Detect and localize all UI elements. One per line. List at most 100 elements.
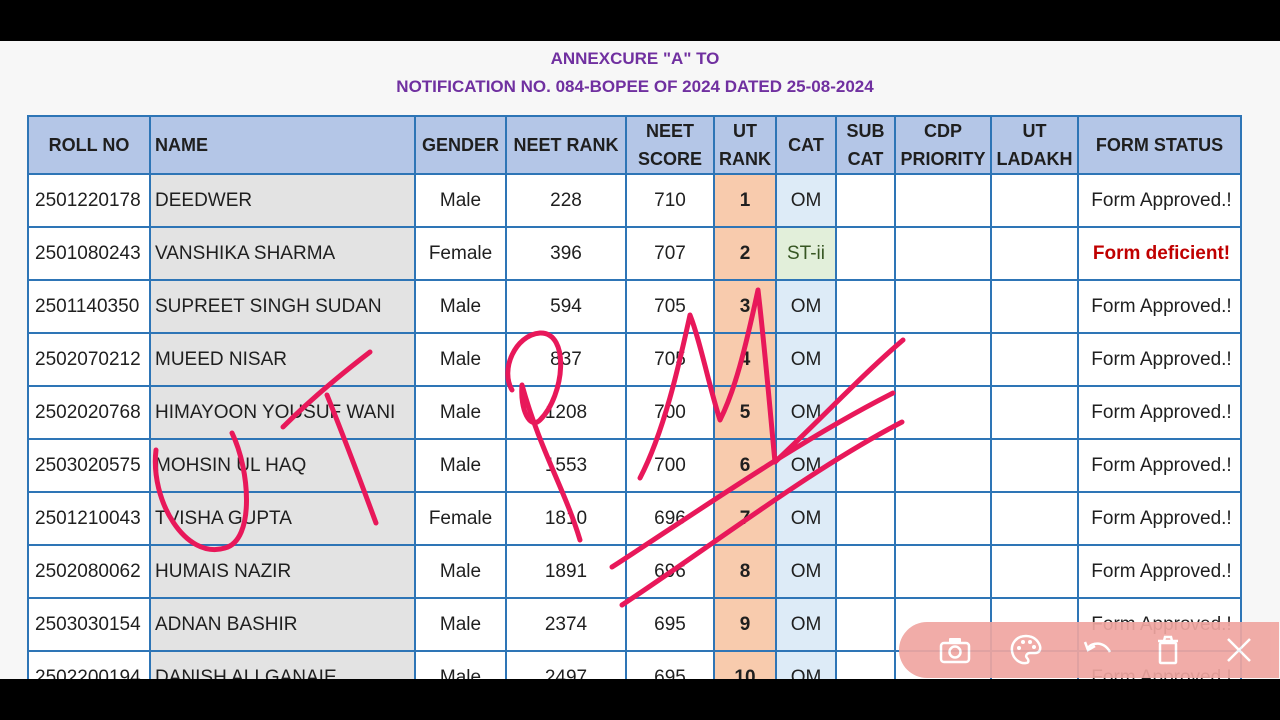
- form-status-cell: Form Approved.!: [1077, 491, 1242, 546]
- undo-icon[interactable]: [1080, 632, 1116, 668]
- gender-cell: Male: [414, 173, 507, 228]
- neet-rank-cell: 228: [505, 173, 627, 228]
- ut-rank-cell: 3: [713, 279, 777, 334]
- table-body: 2501220178 DEEDWER Male 228 710 1 OM Form Appro…: [27, 173, 1242, 679]
- neet-score-cell: 700: [625, 438, 715, 493]
- category-cell: OM: [775, 491, 837, 546]
- ut-rank-cell: 8: [713, 544, 777, 599]
- neet-rank-cell: 2374: [505, 597, 627, 652]
- gender-cell: Male: [414, 332, 507, 387]
- ut-rank-cell: 10: [713, 650, 777, 679]
- gender-cell: Male: [414, 385, 507, 440]
- neet-score-cell: 696: [625, 491, 715, 546]
- ut-rank-cell: 7: [713, 491, 777, 546]
- category-cell: OM: [775, 544, 837, 599]
- column-header: NAME: [149, 115, 416, 175]
- table-row: 2502020768 HIMAYOON YOUSUF WANI Male 1208 70…: [27, 385, 1242, 440]
- ut-ladakh-cell: [990, 544, 1079, 599]
- name-cell: SUPREET SINGH SUDAN: [149, 279, 416, 334]
- cdp-priority-cell: [894, 332, 992, 387]
- gender-cell: Male: [414, 544, 507, 599]
- ut-rank-cell: 1: [713, 173, 777, 228]
- sub-cat-cell: [835, 491, 896, 546]
- merit-list-table: ROLL NO NAME GENDER NEET RANK NEET SCORE UT RAN…: [27, 115, 1242, 679]
- trash-icon[interactable]: [1150, 632, 1186, 668]
- roll-no-cell: 2501140350: [27, 279, 151, 334]
- cdp-priority-cell: [894, 226, 992, 281]
- roll-no-cell: 2503020575: [27, 438, 151, 493]
- name-cell: DEEDWER: [149, 173, 416, 228]
- cdp-priority-cell: [894, 491, 992, 546]
- table-row: 2502070212 MUEED NISAR Male 837 705 4 OM Form A…: [27, 332, 1242, 387]
- gender-cell: Female: [414, 491, 507, 546]
- close-icon[interactable]: [1221, 632, 1257, 668]
- neet-rank-cell: 1810: [505, 491, 627, 546]
- ut-ladakh-cell: [990, 279, 1079, 334]
- roll-no-cell: 2501210043: [27, 491, 151, 546]
- sub-cat-cell: [835, 650, 896, 679]
- neet-score-cell: 705: [625, 279, 715, 334]
- ut-ladakh-cell: [990, 226, 1079, 281]
- gender-cell: Male: [414, 438, 507, 493]
- column-header: UT LADAKH: [990, 115, 1079, 175]
- category-cell: OM: [775, 438, 837, 493]
- ut-ladakh-cell: [990, 438, 1079, 493]
- palette-icon[interactable]: [1008, 632, 1044, 668]
- neet-rank-cell: 1891: [505, 544, 627, 599]
- category-cell: OM: [775, 173, 837, 228]
- roll-no-cell: 2502200194: [27, 650, 151, 679]
- form-status-cell: Form Approved.!: [1077, 385, 1242, 440]
- neet-rank-cell: 1553: [505, 438, 627, 493]
- category-cell: OM: [775, 385, 837, 440]
- name-cell: DANISH ALI GANAIE: [149, 650, 416, 679]
- category-cell: OM: [775, 597, 837, 652]
- gender-cell: Male: [414, 279, 507, 334]
- form-status-cell: Form Approved.!: [1077, 544, 1242, 599]
- column-header: CAT: [775, 115, 837, 175]
- ut-ladakh-cell: [990, 491, 1079, 546]
- name-cell: HUMAIS NAZIR: [149, 544, 416, 599]
- name-cell: HIMAYOON YOUSUF WANI: [149, 385, 416, 440]
- column-header: NEET SCORE: [625, 115, 715, 175]
- roll-no-cell: 2501220178: [27, 173, 151, 228]
- form-status-cell: Form Approved.!: [1077, 173, 1242, 228]
- form-status-cell: Form Approved.!: [1077, 332, 1242, 387]
- neet-score-cell: 696: [625, 544, 715, 599]
- name-cell: ADNAN BASHIR: [149, 597, 416, 652]
- sub-cat-cell: [835, 173, 896, 228]
- ut-ladakh-cell: [990, 173, 1079, 228]
- neet-rank-cell: 1208: [505, 385, 627, 440]
- ut-rank-cell: 6: [713, 438, 777, 493]
- category-cell: OM: [775, 332, 837, 387]
- sub-cat-cell: [835, 544, 896, 599]
- roll-no-cell: 2503030154: [27, 597, 151, 652]
- sub-cat-cell: [835, 226, 896, 281]
- neet-score-cell: 707: [625, 226, 715, 281]
- neet-score-cell: 695: [625, 650, 715, 679]
- roll-no-cell: 2502070212: [27, 332, 151, 387]
- name-cell: TVISHA GUPTA: [149, 491, 416, 546]
- notification-title: NOTIFICATION NO. 084-BOPEE OF 2024 DATED…: [396, 77, 874, 96]
- ut-ladakh-cell: [990, 332, 1079, 387]
- neet-score-cell: 700: [625, 385, 715, 440]
- column-header: UT RANK: [713, 115, 777, 175]
- form-status-cell: Form deficient!: [1077, 226, 1242, 281]
- table-row: 2503020575 MOHSIN UL HAQ Male 1553 700 6 OM For…: [27, 438, 1242, 493]
- form-status-cell: Form Approved.!: [1077, 279, 1242, 334]
- neet-rank-cell: 396: [505, 226, 627, 281]
- camera-icon[interactable]: [937, 632, 973, 668]
- name-cell: MUEED NISAR: [149, 332, 416, 387]
- category-cell: ST-ii: [775, 226, 837, 281]
- table-row: 2502080062 HUMAIS NAZIR Male 1891 696 8 OM Form…: [27, 544, 1242, 599]
- ut-rank-cell: 4: [713, 332, 777, 387]
- neet-rank-cell: 2497: [505, 650, 627, 679]
- sub-cat-cell: [835, 385, 896, 440]
- column-header: GENDER: [414, 115, 507, 175]
- annotation-toolbar: [899, 622, 1279, 678]
- table-row: 2501080243 VANSHIKA SHARMA Female 396 707 2 ST…: [27, 226, 1242, 281]
- cdp-priority-cell: [894, 173, 992, 228]
- cdp-priority-cell: [894, 544, 992, 599]
- ut-rank-cell: 2: [713, 226, 777, 281]
- ut-rank-cell: 5: [713, 385, 777, 440]
- roll-no-cell: 2501080243: [27, 226, 151, 281]
